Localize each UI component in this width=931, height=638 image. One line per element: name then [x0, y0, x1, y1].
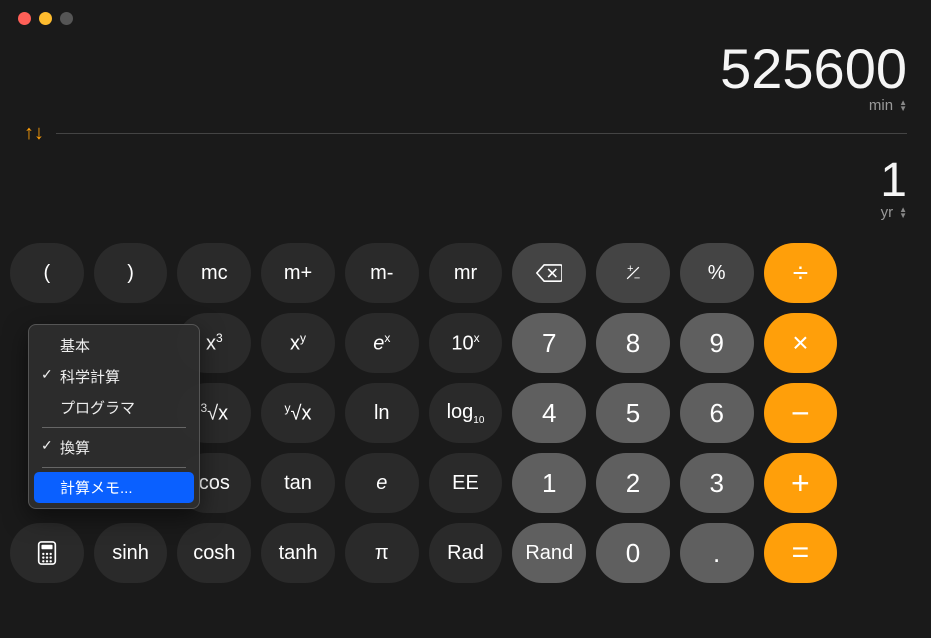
menu-item-scientific[interactable]: ✓ 科学計算 [34, 361, 194, 392]
key-y-root[interactable]: y√x [261, 383, 335, 443]
key-pi[interactable]: π [345, 523, 419, 583]
menu-item-convert[interactable]: ✓ 換算 [34, 432, 194, 463]
key-five[interactable]: 5 [596, 383, 670, 443]
menu-item-label: 換算 [60, 440, 90, 457]
window-zoom-button [60, 12, 73, 25]
key-ee[interactable]: EE [429, 453, 503, 513]
key-eight[interactable]: 8 [596, 313, 670, 373]
calculator-icon [37, 541, 57, 565]
window-minimize-button[interactable] [39, 12, 52, 25]
menu-item-label: プログラマ [60, 400, 135, 417]
key-x-power-y[interactable]: xy [261, 313, 335, 373]
chevron-up-down-icon: ▲▼ [899, 207, 907, 219]
key-ten-power-x[interactable]: 10x [429, 313, 503, 373]
key-mr[interactable]: mr [429, 243, 503, 303]
key-cosh[interactable]: cosh [177, 523, 251, 583]
key-m-minus[interactable]: m- [345, 243, 419, 303]
key-left-paren[interactable]: ( [10, 243, 84, 303]
menu-separator [42, 467, 186, 468]
menu-separator [42, 427, 186, 428]
key-mc[interactable]: mc [177, 243, 251, 303]
key-rand[interactable]: Rand [512, 523, 586, 583]
key-backspace[interactable] [512, 243, 586, 303]
key-four[interactable]: 4 [512, 383, 586, 443]
menu-item-label: 計算メモ... [60, 480, 133, 497]
check-icon: ✓ [41, 366, 53, 383]
backspace-icon [536, 263, 562, 283]
key-zero[interactable]: 0 [596, 523, 670, 583]
key-six[interactable]: 6 [680, 383, 754, 443]
key-right-paren[interactable]: ) [94, 243, 168, 303]
key-m-plus[interactable]: m+ [261, 243, 335, 303]
window-close-button[interactable] [18, 12, 31, 25]
display-secondary-value: 1 [880, 153, 907, 208]
key-tan[interactable]: tan [261, 453, 335, 513]
chevron-up-down-icon: ▲▼ [899, 100, 907, 112]
key-equals[interactable]: = [764, 523, 838, 583]
key-ln[interactable]: ln [345, 383, 419, 443]
key-multiply[interactable]: × [764, 313, 838, 373]
key-divide[interactable]: ÷ [764, 243, 838, 303]
display-divider [56, 133, 907, 134]
plus-minus-icon: + − [623, 263, 643, 283]
key-two[interactable]: 2 [596, 453, 670, 513]
check-icon: ✓ [41, 437, 53, 454]
key-sinh[interactable]: sinh [94, 523, 168, 583]
mode-menu-popup: 基本 ✓ 科学計算 プログラマ ✓ 換算 計算メモ... [28, 324, 200, 509]
key-decimal[interactable]: . [680, 523, 754, 583]
key-e[interactable]: e [345, 453, 419, 513]
menu-item-label: 基本 [60, 338, 90, 355]
svg-text:−: − [634, 272, 640, 283]
key-nine[interactable]: 9 [680, 313, 754, 373]
menu-item-basic[interactable]: 基本 [34, 330, 194, 361]
key-three[interactable]: 3 [680, 453, 754, 513]
key-seven[interactable]: 7 [512, 313, 586, 373]
menu-item-label: 科学計算 [60, 369, 120, 386]
menu-item-math-notes[interactable]: 計算メモ... [34, 472, 194, 503]
key-rad[interactable]: Rad [429, 523, 503, 583]
titlebar [0, 0, 931, 36]
secondary-unit-label: yr [881, 204, 894, 221]
key-log10[interactable]: log10 [429, 383, 503, 443]
key-mode-menu[interactable] [10, 523, 84, 583]
key-tanh[interactable]: tanh [261, 523, 335, 583]
swap-units-icon[interactable]: ↑↓ [24, 122, 44, 145]
display-area: 525600 min ▲▼ ↑↓ 1 yr ▲▼ [0, 36, 931, 233]
key-one[interactable]: 1 [512, 453, 586, 513]
key-plus[interactable]: + [764, 453, 838, 513]
key-plus-minus[interactable]: + − [596, 243, 670, 303]
primary-unit-label: min [869, 97, 893, 114]
key-minus[interactable]: − [764, 383, 838, 443]
key-e-power-x[interactable]: ex [345, 313, 419, 373]
key-percent[interactable]: % [680, 243, 754, 303]
secondary-unit-selector[interactable]: yr ▲▼ [24, 204, 907, 221]
display-primary-value: 525600 [720, 36, 907, 101]
menu-item-programmer[interactable]: プログラマ [34, 392, 194, 423]
